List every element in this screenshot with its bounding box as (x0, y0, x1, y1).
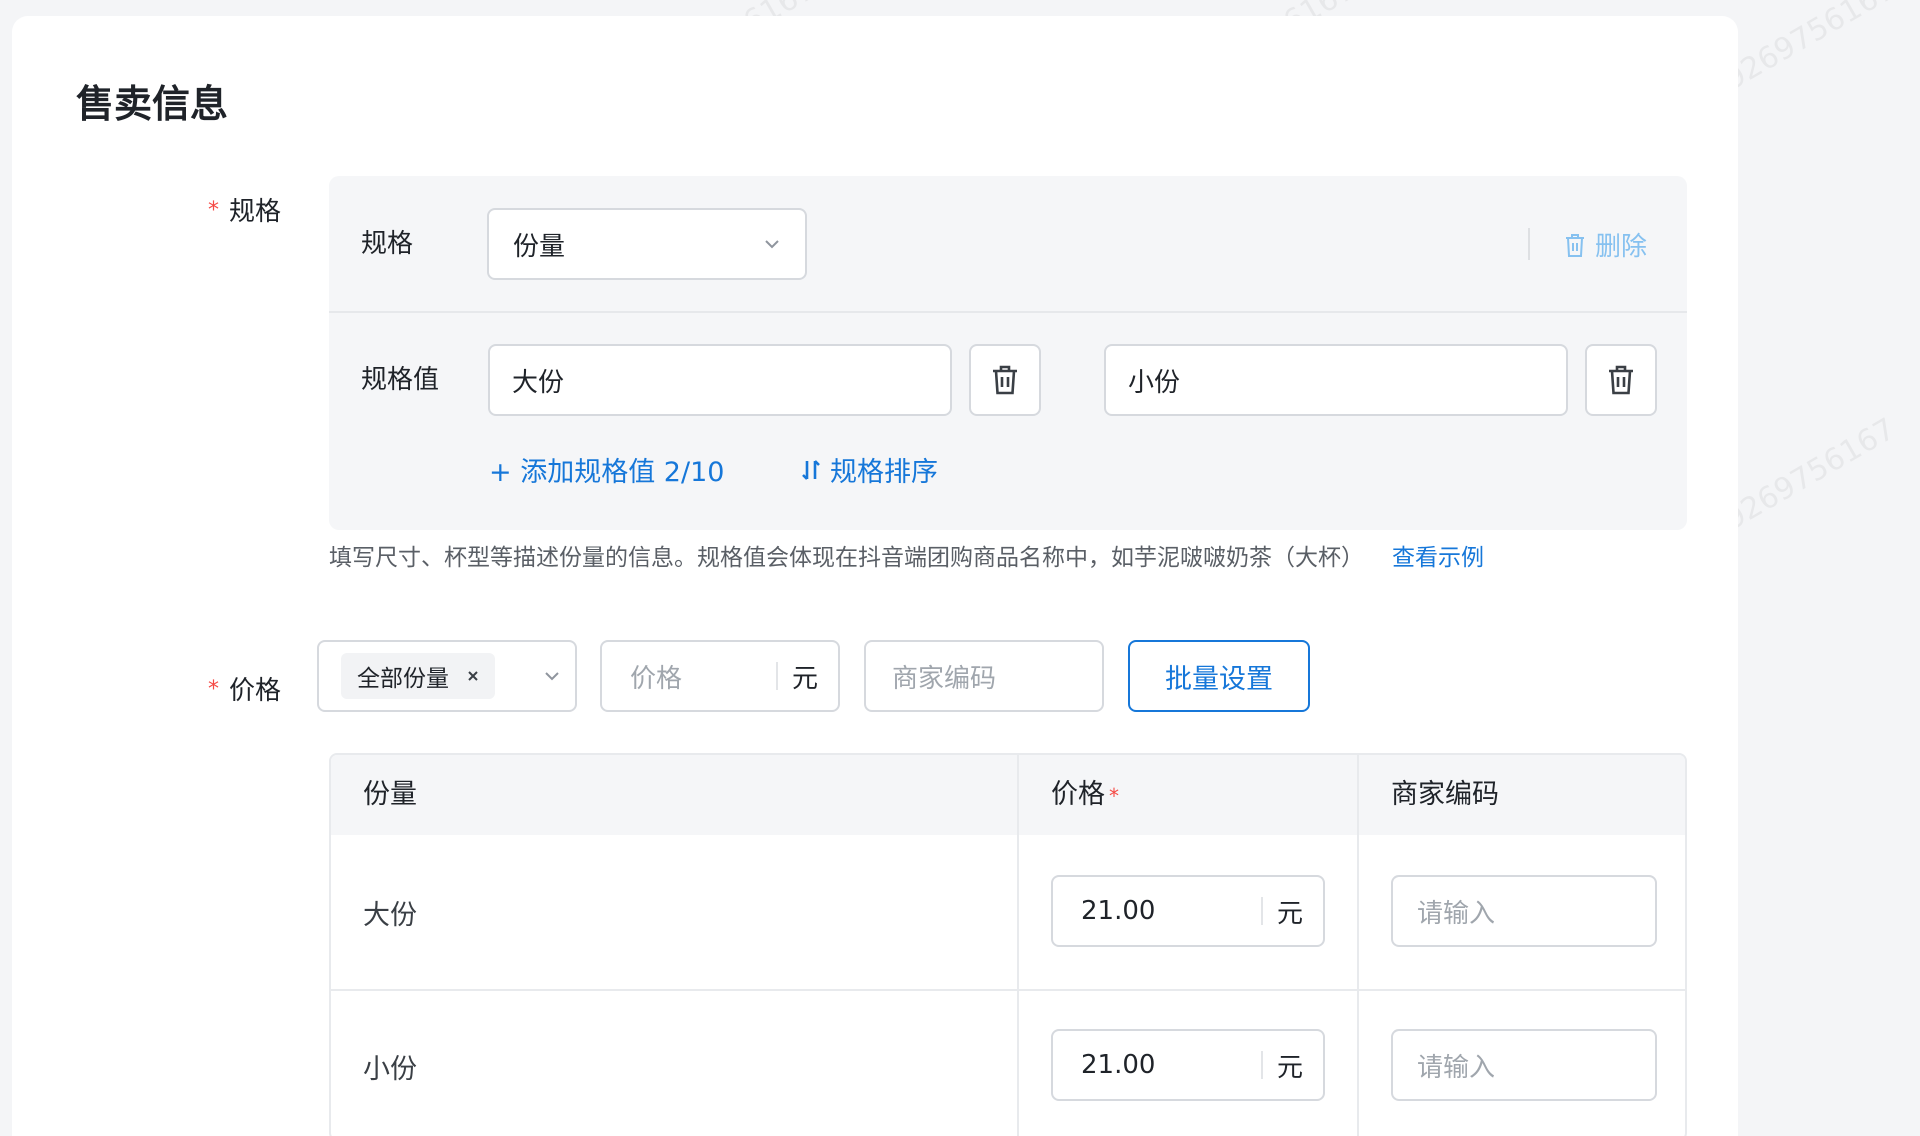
column-divider (1017, 755, 1019, 1136)
price-unit: 元 (791, 663, 818, 694)
spec-value-input[interactable]: 小份 (1104, 344, 1568, 416)
trash-icon (1606, 364, 1636, 396)
sales-info-card: 售卖信息 * 规格 规格 份量 删除 规格值 大份 小份 + 添加规格值 2/1… (12, 16, 1738, 1136)
column-header: 份量 (363, 779, 417, 810)
spec-filter-select[interactable]: 全部份量 (317, 640, 577, 712)
row-price-input[interactable]: 21.00 元 (1051, 875, 1325, 947)
delete-value-button[interactable] (969, 344, 1041, 416)
row-price-unit: 元 (1276, 1052, 1303, 1083)
delete-value-button[interactable] (1585, 344, 1657, 416)
row-price-value: 21.00 (1081, 896, 1156, 926)
price-placeholder: 价格 (630, 663, 683, 694)
column-header: 商家编码 (1391, 779, 1499, 810)
spec-type-value: 份量 (513, 231, 566, 262)
code-placeholder: 商家编码 (892, 663, 997, 694)
row-price-input[interactable]: 21.00 元 (1051, 1029, 1325, 1101)
spec-value-text: 小份 (1128, 367, 1181, 398)
spec-type-select[interactable]: 份量 (487, 208, 807, 280)
table-row-name: 大份 (363, 900, 417, 931)
spec-sort-button[interactable]: 规格排序 (800, 450, 938, 489)
sort-icon (800, 457, 822, 483)
spec-divider (329, 311, 1687, 313)
spec-hint-text: 填写尺寸、杯型等描述份量的信息。规格值会体现在抖音端团购商品名称中，如芋泥啵啵奶… (329, 545, 1364, 571)
filter-tag: 全部份量 (341, 653, 495, 699)
spec-hint: 填写尺寸、杯型等描述份量的信息。规格值会体现在抖音端团购商品名称中，如芋泥啵啵奶… (329, 540, 1484, 576)
spec-value-text: 大份 (512, 367, 565, 398)
divider (1528, 228, 1530, 260)
column-divider (1357, 755, 1359, 1136)
spec-row-label: 规格 (361, 229, 414, 259)
table-row-name: 小份 (363, 1054, 417, 1085)
row-code-placeholder: 请输入 (1417, 1052, 1496, 1083)
row-price-value: 21.00 (1081, 1050, 1156, 1080)
row-price-unit: 元 (1276, 898, 1303, 929)
spec-value-input[interactable]: 大份 (488, 344, 952, 416)
filter-tag-label: 全部份量 (357, 666, 449, 692)
chevron-down-icon (543, 670, 561, 682)
row-code-placeholder: 请输入 (1417, 898, 1496, 929)
price-label-text: 价格 (229, 676, 282, 706)
divider (775, 662, 778, 690)
close-icon[interactable] (467, 670, 479, 682)
add-spec-value-button[interactable]: + 添加规格值 2/10 (489, 450, 724, 489)
row-code-input[interactable]: 请输入 (1391, 875, 1657, 947)
spec-values-label: 规格值 (361, 365, 440, 395)
price-field-label: * 价格 (208, 673, 281, 711)
delete-spec-label: 删除 (1595, 232, 1648, 262)
batch-code-input[interactable]: 商家编码 (864, 640, 1104, 712)
batch-set-button[interactable]: 批量设置 (1128, 640, 1310, 712)
spec-panel: 规格 份量 删除 规格值 大份 小份 + 添加规格值 2/10 规格排序 (329, 176, 1687, 530)
spec-field-label: * 规格 (208, 194, 281, 232)
trash-icon (990, 364, 1020, 396)
spec-label-text: 规格 (229, 197, 282, 227)
required-mark: * (208, 198, 219, 223)
required-mark: * (208, 677, 219, 702)
view-example-link[interactable]: 查看示例 (1392, 540, 1484, 576)
price-table: 份量 价格 * 商家编码 大份 21.00 元 请输入 小份 21.00 元 请… (329, 753, 1687, 1136)
chevron-down-icon (763, 235, 781, 254)
spec-sort-label: 规格排序 (830, 457, 938, 488)
column-header-text: 价格 (1051, 779, 1105, 810)
column-header: 价格 * (1051, 755, 1119, 836)
row-divider (331, 989, 1685, 991)
row-code-input[interactable]: 请输入 (1391, 1029, 1657, 1101)
divider (1260, 1051, 1263, 1079)
required-mark: * (1109, 784, 1119, 808)
batch-price-input[interactable]: 价格 元 (600, 640, 840, 712)
delete-spec-button[interactable]: 删除 (1563, 226, 1647, 263)
section-title: 售卖信息 (76, 82, 229, 126)
trash-icon (1563, 232, 1587, 258)
divider (1260, 897, 1263, 925)
